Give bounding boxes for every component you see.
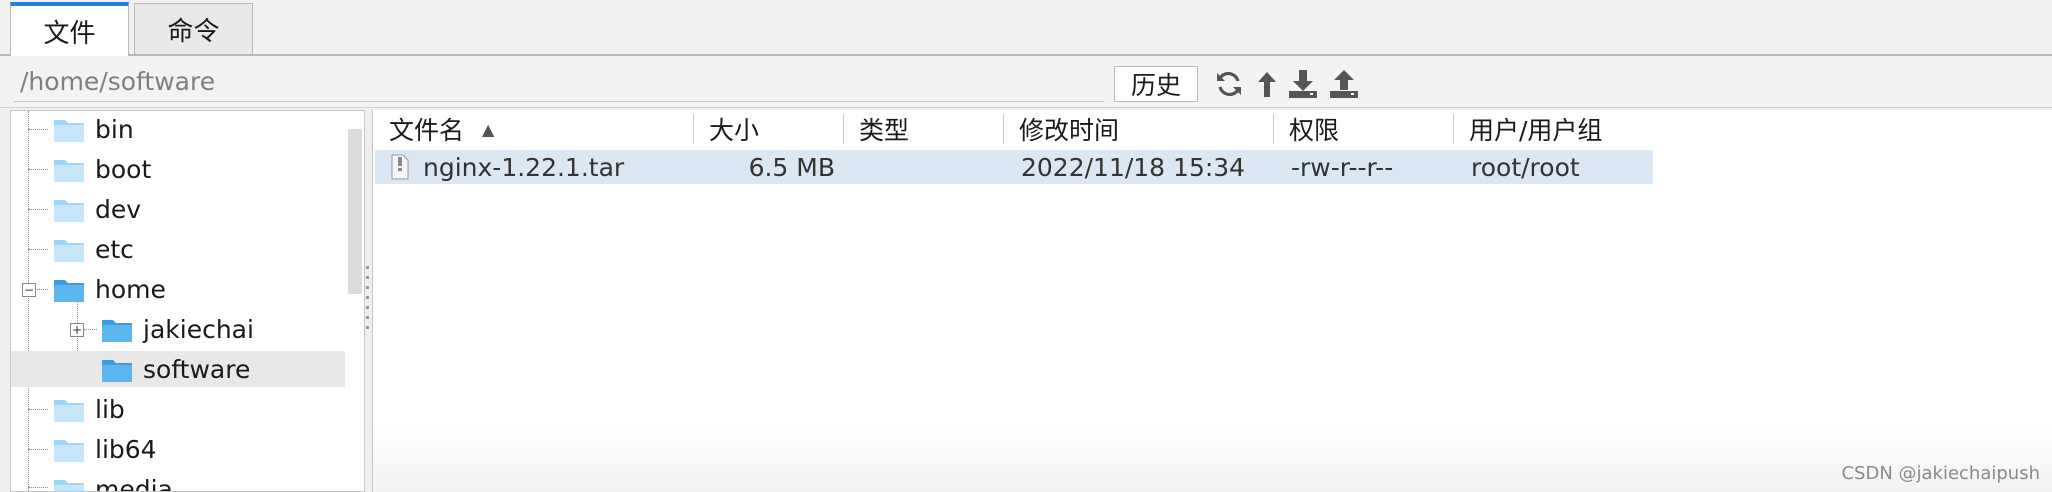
tree-item-label: home <box>95 274 166 304</box>
collapse-icon[interactable]: − <box>22 283 36 297</box>
up-arrow-icon[interactable] <box>1250 66 1284 102</box>
expand-icon[interactable]: + <box>70 323 84 337</box>
folder-icon <box>102 359 132 382</box>
tree-branch <box>28 487 48 488</box>
column-divider[interactable] <box>1453 114 1454 144</box>
column-header-owner[interactable]: 用户/用户组 <box>1469 110 1602 148</box>
tree-item-boot[interactable]: boot <box>53 151 151 187</box>
watermark: CSDN @jakiechaipush <box>1841 463 2040 484</box>
folder-icon <box>54 199 84 222</box>
folder-icon <box>54 439 84 462</box>
tree-item-label: etc <box>95 234 134 264</box>
tree-scrollbar[interactable] <box>348 129 362 294</box>
download-icon[interactable] <box>1286 66 1320 102</box>
tree-item-label: boot <box>95 154 152 184</box>
tree-item-lib64[interactable]: lib64 <box>53 431 157 467</box>
tree-item-jakiechai[interactable]: jakiechai <box>101 311 254 347</box>
tree-item-dev[interactable]: dev <box>53 191 141 227</box>
history-button[interactable]: 历史 <box>1114 66 1198 102</box>
path-row: 历史 <box>0 56 2052 108</box>
tree-branch <box>28 449 48 450</box>
open-folder-icon <box>54 279 84 302</box>
column-header-size[interactable]: 大小 <box>709 110 759 148</box>
file-size: 6.5 MB <box>748 152 835 182</box>
tree-item-label: jakiechai <box>143 314 254 344</box>
tab-commands[interactable]: 命令 <box>134 3 253 55</box>
tree-item-software[interactable]: software <box>11 351 345 387</box>
column-divider[interactable] <box>843 114 844 144</box>
tree-branch <box>28 209 48 210</box>
tree-item-home[interactable]: home <box>53 271 166 307</box>
column-header-modified[interactable]: 修改时间 <box>1019 110 1119 148</box>
folder-icon <box>54 399 84 422</box>
tree-item-etc[interactable]: etc <box>53 231 134 267</box>
folder-icon <box>54 119 84 142</box>
file-modified: 2022/11/18 15:34 <box>1021 152 1246 182</box>
folder-icon <box>102 319 132 342</box>
file-permissions: -rw-r--r-- <box>1291 152 1394 182</box>
tree-branch <box>28 249 48 250</box>
tree-branch <box>28 409 48 410</box>
tree-item-lib[interactable]: lib <box>53 391 125 427</box>
folder-icon <box>54 479 84 491</box>
column-header-type[interactable]: 类型 <box>859 110 909 148</box>
tree-branch <box>28 129 48 130</box>
row-separator <box>0 107 2052 108</box>
upload-icon[interactable] <box>1327 66 1361 102</box>
file-name: nginx-1.22.1.tar <box>423 152 625 182</box>
file-list: 文件名 ▲ 大小 类型 修改时间 权限 用户/用户组 nginx-1.22.1.… <box>372 110 2052 492</box>
archive-file-icon <box>391 154 409 180</box>
tree-item-label: media <box>95 474 173 492</box>
tree-item-bin[interactable]: bin <box>53 111 134 147</box>
pane-splitter-handle[interactable] <box>366 266 370 336</box>
tree-item-media[interactable]: media <box>53 471 173 492</box>
column-header-name[interactable]: 文件名 ▲ <box>389 110 494 148</box>
column-divider[interactable] <box>693 114 694 144</box>
tree-item-label: bin <box>95 114 134 144</box>
tree-item-label: lib64 <box>95 434 157 464</box>
column-header-permissions[interactable]: 权限 <box>1289 110 1339 148</box>
column-header-label: 文件名 <box>389 116 465 145</box>
tab-files[interactable]: 文件 <box>10 2 129 56</box>
file-owner: root/root <box>1471 152 1580 182</box>
column-divider[interactable] <box>1273 114 1274 144</box>
folder-icon <box>54 239 84 262</box>
column-divider[interactable] <box>1003 114 1004 144</box>
folder-icon <box>54 159 84 182</box>
list-footer-gradient <box>373 422 2052 492</box>
tree-item-label: software <box>143 354 251 384</box>
tree-item-label: lib <box>95 394 125 424</box>
path-input[interactable] <box>14 62 1104 102</box>
refresh-icon[interactable] <box>1212 66 1246 102</box>
sort-ascending-icon: ▲ <box>482 119 495 139</box>
folder-tree: − + bin boot dev etc home jakiechai soft… <box>10 110 365 492</box>
tree-branch <box>28 169 48 170</box>
tree-item-label: dev <box>95 194 142 224</box>
tab-bar: 文件 命令 <box>0 0 2052 56</box>
table-row[interactable]: nginx-1.22.1.tar 6.5 MB 2022/11/18 15:34… <box>375 150 1653 184</box>
